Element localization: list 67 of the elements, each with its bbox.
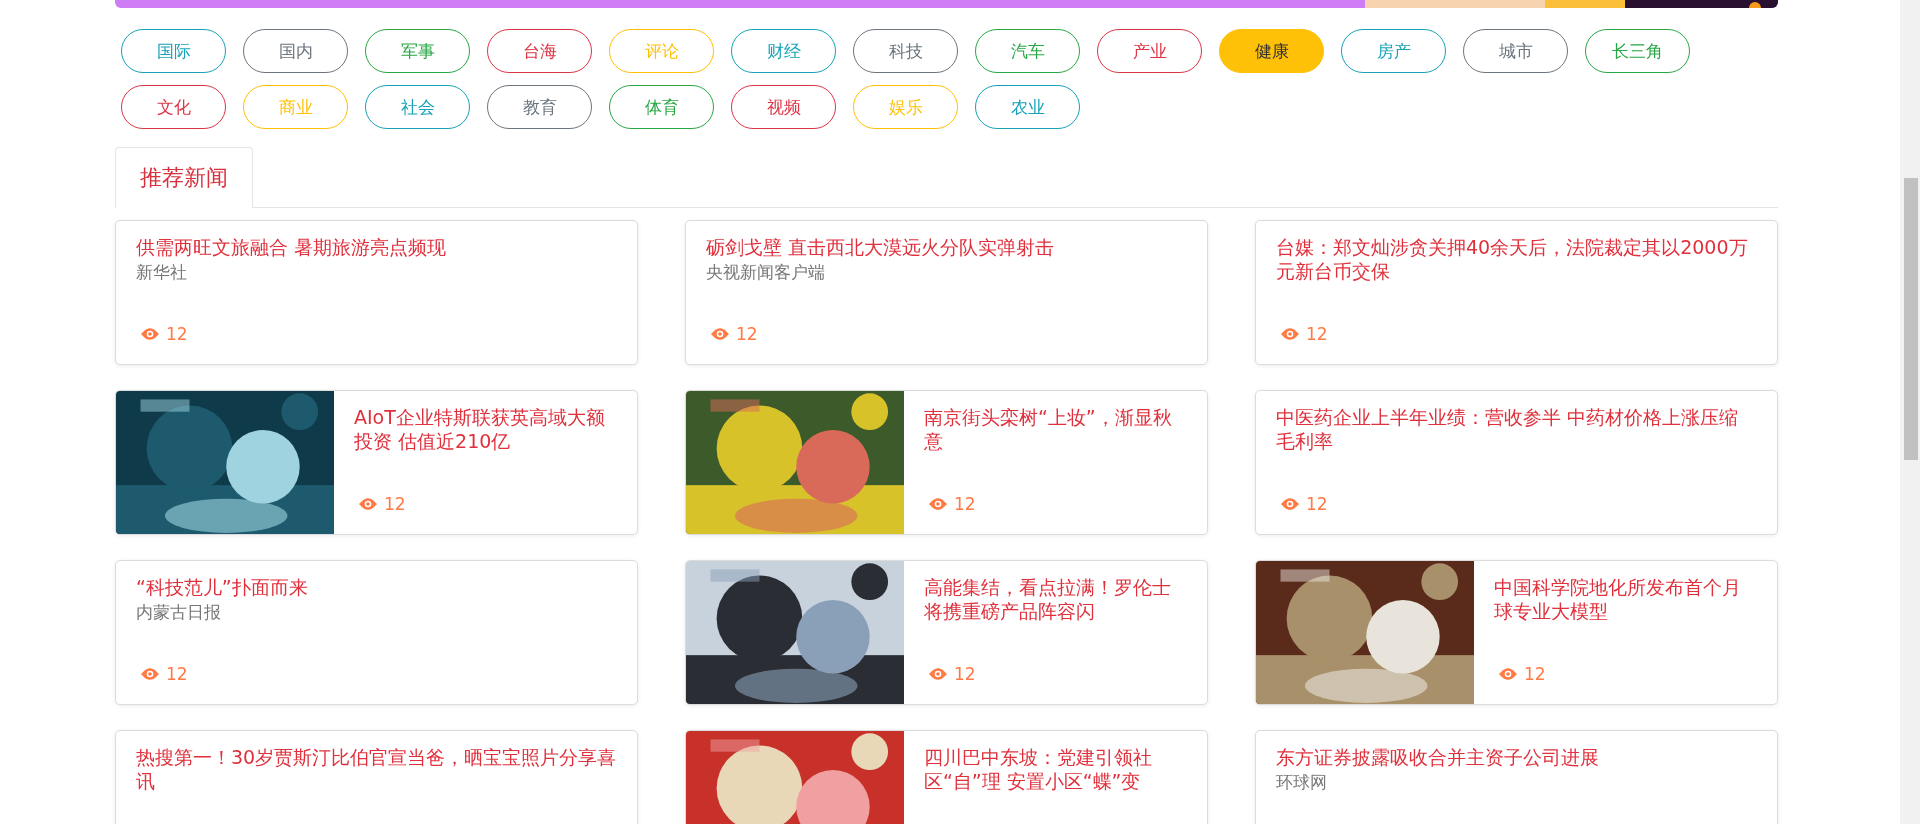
news-card[interactable]: 台媒：郑文灿涉贪关押40余天后，法院裁定其以2000万元新台币交保 12 — [1255, 220, 1778, 365]
news-tab[interactable]: 推荐新闻 — [115, 147, 253, 208]
news-headline[interactable]: 热搜第一！30岁贾斯汀比伯官宣当爸，晒宝宝照片分享喜讯 — [136, 745, 617, 793]
category-tag[interactable]: 财经 — [731, 29, 836, 73]
category-tag[interactable]: 文化 — [121, 85, 226, 129]
view-count: 12 — [954, 494, 976, 514]
news-headline[interactable]: 高能集结，看点拉满！罗伦士将携重磅产品阵容闪 — [924, 575, 1187, 623]
category-tag[interactable]: 军事 — [365, 29, 470, 73]
view-count: 12 — [384, 494, 406, 514]
news-source: 新华社 — [136, 261, 188, 284]
eye-icon — [710, 327, 730, 341]
news-card[interactable]: AIoT企业特斯联获英高域大额投资 估值近210亿 12 — [115, 390, 638, 535]
news-card[interactable]: 供需两旺文旅融合 暑期旅游亮点频现 新华社 12 — [115, 220, 638, 365]
eye-icon — [140, 667, 160, 681]
category-tag[interactable]: 教育 — [487, 85, 592, 129]
category-tag[interactable]: 国内 — [243, 29, 348, 73]
news-headline[interactable]: 南京街头栾树“上妆”，渐显秋意 — [924, 405, 1187, 453]
news-card[interactable]: 南京街头栾树“上妆”，渐显秋意 12 — [685, 390, 1208, 535]
eye-icon — [358, 497, 378, 511]
news-card[interactable]: 中医药企业上半年业绩：营收参半 中药材价格上涨压缩毛利率 12 — [1255, 390, 1778, 535]
category-tag[interactable]: 体育 — [609, 85, 714, 129]
news-card[interactable]: 四川巴中东坡：党建引领社区“自”理 安置小区“蝶”变 — [685, 730, 1208, 824]
category-tag[interactable]: 社会 — [365, 85, 470, 129]
news-source: 内蒙古日报 — [136, 601, 222, 624]
news-card[interactable]: “科技范儿”扑面而来 内蒙古日报 12 — [115, 560, 638, 705]
category-tag[interactable]: 长三角 — [1585, 29, 1690, 73]
category-tag[interactable]: 视频 — [731, 85, 836, 129]
view-count: 12 — [1306, 494, 1328, 514]
scrollbar[interactable] — [1900, 0, 1920, 824]
view-count: 12 — [166, 324, 188, 344]
category-tag[interactable]: 国际 — [121, 29, 226, 73]
eye-icon — [928, 667, 948, 681]
eye-icon — [140, 327, 160, 341]
news-headline[interactable]: 中国科学院地化所发布首个月球专业大模型 — [1494, 575, 1757, 623]
news-headline[interactable]: “科技范儿”扑面而来 — [136, 575, 617, 599]
news-card[interactable]: 东方证券披露吸收合并主资子公司进展 环球网 — [1255, 730, 1778, 824]
news-card[interactable]: 砺剑戈壁 直击西北大漠远火分队实弹射击 央视新闻客户端 12 — [685, 220, 1208, 365]
news-headline[interactable]: AIoT企业特斯联获英高域大额投资 估值近210亿 — [354, 405, 617, 453]
news-card[interactable]: 热搜第一！30岁贾斯汀比伯官宣当爸，晒宝宝照片分享喜讯 — [115, 730, 638, 824]
news-headline[interactable]: 四川巴中东坡：党建引领社区“自”理 安置小区“蝶”变 — [924, 745, 1187, 793]
eye-icon — [1280, 497, 1300, 511]
scrollbar-thumb[interactable] — [1904, 178, 1918, 460]
news-card[interactable]: 中国科学院地化所发布首个月球专业大模型 12 — [1255, 560, 1778, 705]
category-tag[interactable]: 房产 — [1341, 29, 1446, 73]
category-tag[interactable]: 农业 — [975, 85, 1080, 129]
category-tag[interactable]: 产业 — [1097, 29, 1202, 73]
category-tag[interactable]: 汽车 — [975, 29, 1080, 73]
view-count: 12 — [954, 664, 976, 684]
eye-icon — [1280, 327, 1300, 341]
view-count: 12 — [166, 664, 188, 684]
news-headline[interactable]: 东方证券披露吸收合并主资子公司进展 — [1276, 745, 1757, 769]
news-headline[interactable]: 砺剑戈壁 直击西北大漠远火分队实弹射击 — [706, 235, 1187, 259]
news-headline[interactable]: 台媒：郑文灿涉贪关押40余天后，法院裁定其以2000万元新台币交保 — [1276, 235, 1757, 283]
news-headline[interactable]: 中医药企业上半年业绩：营收参半 中药材价格上涨压缩毛利率 — [1276, 405, 1757, 453]
category-tag[interactable]: 健康 — [1219, 29, 1324, 73]
category-tag[interactable]: 台海 — [487, 29, 592, 73]
eye-icon — [1498, 667, 1518, 681]
view-count: 12 — [736, 324, 758, 344]
view-count: 12 — [1306, 324, 1328, 344]
news-source: 央视新闻客户端 — [706, 261, 826, 284]
eye-icon — [928, 497, 948, 511]
news-card[interactable]: 高能集结，看点拉满！罗伦士将携重磅产品阵容闪 12 — [685, 560, 1208, 705]
news-headline[interactable]: 供需两旺文旅融合 暑期旅游亮点频现 — [136, 235, 617, 259]
category-tag[interactable]: 城市 — [1463, 29, 1568, 73]
view-count: 12 — [1524, 664, 1546, 684]
news-source: 环球网 — [1276, 771, 1328, 794]
category-tag[interactable]: 科技 — [853, 29, 958, 73]
